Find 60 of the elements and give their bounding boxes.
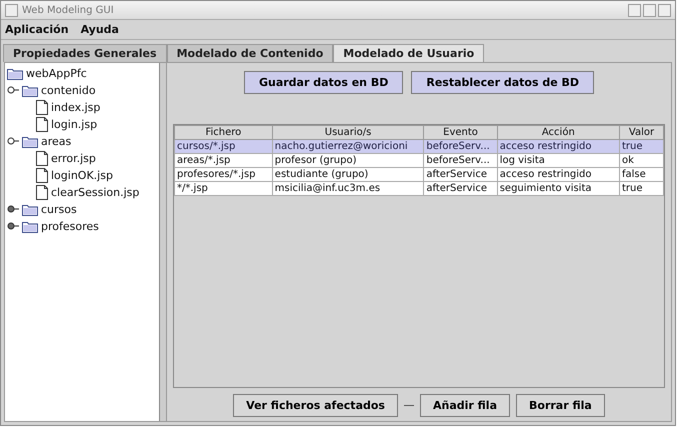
file-icon: [36, 168, 48, 183]
folder-icon: [22, 204, 38, 216]
tree-item[interactable]: error.jsp: [51, 152, 96, 165]
tab[interactable]: Modelado de Usuario: [333, 44, 484, 62]
table-cell: ok: [619, 154, 664, 168]
action-button[interactable]: Guardar datos en BD: [244, 71, 404, 94]
tree-item[interactable]: clearSession.jsp: [51, 186, 140, 199]
tree-item[interactable]: contenido: [41, 84, 96, 97]
tree-item[interactable]: webAppPfc: [26, 67, 87, 80]
collapsed-handle-icon[interactable]: [7, 222, 19, 230]
file-icon: [36, 185, 48, 200]
table-cell: acceso restringido: [497, 140, 620, 154]
table-cell: */*.jsp: [174, 182, 272, 196]
tree-item[interactable]: index.jsp: [51, 101, 100, 114]
table-cell: estudiante (grupo): [272, 168, 424, 182]
window-title: Web Modeling GUI: [22, 4, 115, 16]
table-cell: beforeServ...: [424, 140, 498, 154]
menu-item[interactable]: Aplicación: [5, 23, 69, 36]
tab[interactable]: Propiedades Generales: [3, 44, 167, 62]
tree-item[interactable]: areas: [41, 135, 72, 148]
folder-icon: [22, 220, 38, 232]
table-cell: false: [619, 168, 664, 182]
file-icon: [36, 100, 48, 115]
tree-item[interactable]: profesores: [41, 220, 99, 233]
tree-item[interactable]: login.jsp: [51, 118, 98, 131]
column-header[interactable]: Usuario/s: [272, 126, 424, 140]
expanded-handle-icon[interactable]: [7, 86, 19, 94]
action-button[interactable]: Añadir fila: [420, 394, 510, 417]
table-cell: msicilia@inf.uc3m.es: [272, 182, 424, 196]
table-cell: seguimiento visita: [497, 182, 620, 196]
table-cell: areas/*.jsp: [174, 154, 272, 168]
table-cell: true: [619, 182, 664, 196]
table-cell: profesor (grupo): [272, 154, 424, 168]
column-header[interactable]: Evento: [424, 126, 498, 140]
action-button[interactable]: Ver ficheros afectados: [233, 394, 398, 417]
table-cell: afterService: [424, 168, 498, 182]
table-cell: cursos/*.jsp: [174, 140, 272, 154]
tree-item[interactable]: loginOK.jsp: [51, 169, 113, 182]
table-cell: profesores/*.jsp: [174, 168, 272, 182]
action-button[interactable]: Borrar fila: [516, 394, 605, 417]
folder-icon: [22, 136, 38, 148]
file-icon: [36, 151, 48, 166]
column-header[interactable]: Valor: [619, 126, 664, 140]
file-icon: [36, 117, 48, 132]
folder-icon: [22, 84, 38, 96]
menu-item[interactable]: Ayuda: [80, 23, 119, 36]
collapsed-handle-icon[interactable]: [7, 205, 19, 213]
table-cell: acceso restringido: [497, 168, 620, 182]
tab[interactable]: Modelado de Contenido: [166, 44, 334, 62]
table-cell: afterService: [424, 182, 498, 196]
table-cell: beforeServ...: [424, 154, 498, 168]
action-button[interactable]: Restablecer datos de BD: [411, 71, 594, 94]
table-cell: true: [619, 140, 664, 154]
expanded-handle-icon[interactable]: [7, 137, 19, 145]
column-header[interactable]: Acción: [497, 126, 620, 140]
table-cell: nacho.gutierrez@woricioni: [272, 140, 424, 154]
table-cell: log visita: [497, 154, 620, 168]
window-icon: [5, 4, 18, 16]
tree-item[interactable]: cursos: [41, 203, 77, 216]
column-header[interactable]: Fichero: [174, 126, 272, 140]
